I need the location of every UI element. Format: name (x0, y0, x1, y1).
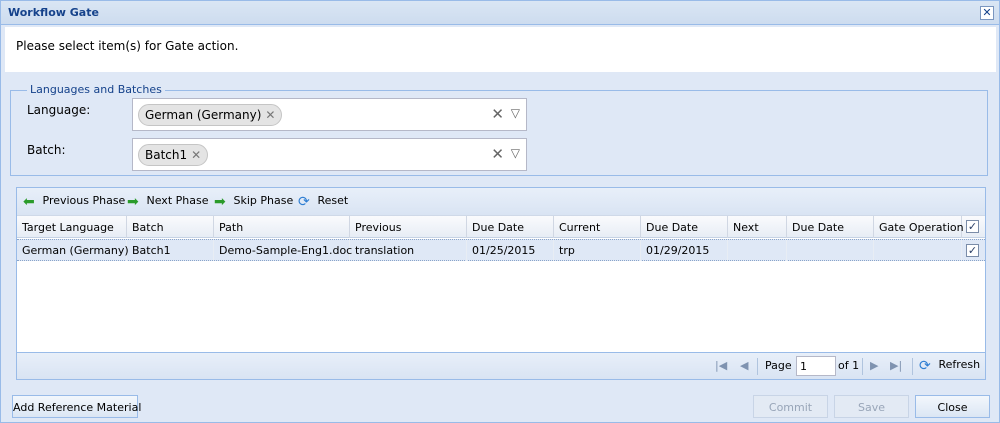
table-cell: trp (554, 240, 641, 261)
dropdown-triangle-icon[interactable]: ▽ (511, 106, 520, 120)
separator (757, 358, 758, 375)
save-button[interactable]: Save (834, 395, 909, 418)
column-header[interactable]: Path (214, 216, 350, 238)
dropdown-triangle-icon[interactable]: ▽ (511, 146, 520, 160)
refresh-label: Refresh (938, 358, 981, 371)
right-arrow-icon: ➡ (127, 194, 139, 210)
refresh-icon: ⟳ (298, 194, 310, 210)
skip-arrow-icon: ➡ (214, 194, 226, 210)
column-header[interactable]: Due Date (787, 216, 874, 238)
column-header[interactable]: Batch (127, 216, 214, 238)
skip-phase-button[interactable]: ➡ Skip Phase (214, 194, 293, 210)
column-header[interactable]: Gate Operation (874, 216, 964, 238)
table-cell: 01/29/2015 (641, 240, 728, 261)
language-label: Language: (27, 103, 91, 117)
refresh-icon: ⟳ (919, 358, 931, 374)
skip-phase-label: Skip Phase (233, 194, 294, 207)
gate-items-grid: ⬅ Previous Phase ➡ Next Phase ➡ Skip Pha… (16, 187, 986, 380)
column-header[interactable]: Current (554, 216, 641, 238)
fieldset-legend: Languages and Batches (27, 83, 165, 96)
batch-tag: Batch1 ✕ (138, 144, 209, 166)
separator (912, 358, 913, 375)
refresh-button[interactable]: ⟳ Refresh (919, 358, 980, 374)
table-cell: Demo-Sample-Eng1.doc (214, 240, 352, 261)
reset-button[interactable]: ⟳ Reset (298, 194, 348, 210)
column-header[interactable]: Previous (350, 216, 467, 238)
column-header[interactable]: Next (728, 216, 787, 238)
instruction-panel: Please select item(s) for Gate action. (5, 27, 996, 72)
separator (862, 358, 863, 375)
table-cell: Batch1 (127, 240, 214, 261)
add-reference-material-button[interactable]: Add Reference Material (12, 395, 141, 418)
language-tag: German (Germany) ✕ (138, 104, 283, 126)
table-cell: 01/25/2015 (467, 240, 554, 261)
clear-icon[interactable]: ✕ (491, 105, 504, 123)
column-header[interactable]: Due Date (641, 216, 728, 238)
next-phase-button[interactable]: ➡ Next Phase (127, 194, 208, 210)
close-button[interactable]: Close (915, 395, 990, 418)
column-header[interactable]: Target Language (17, 216, 127, 238)
table-cell (874, 240, 962, 261)
remove-tag-icon[interactable]: ✕ (191, 148, 201, 162)
batch-combobox[interactable]: Batch1 ✕ ✕ ▽ (132, 138, 527, 171)
dialog-title: Workflow Gate (8, 6, 99, 19)
clear-icon[interactable]: ✕ (491, 145, 504, 163)
previous-page-icon[interactable]: ◀ (740, 359, 748, 372)
select-all-header: ✓ (962, 216, 985, 238)
next-page-icon[interactable]: ▶ (870, 359, 878, 372)
table-cell: German (Germany) (17, 240, 129, 261)
table-cell: translation (350, 240, 467, 261)
first-page-icon[interactable]: |◀ (715, 359, 727, 372)
grid-toolbar: ⬅ Previous Phase ➡ Next Phase ➡ Skip Pha… (17, 188, 985, 215)
previous-phase-button[interactable]: ⬅ Previous Phase (23, 194, 125, 210)
select-all-checkbox[interactable]: ✓ (966, 220, 979, 233)
language-tag-label: German (Germany) (145, 108, 262, 122)
grid-header: Target Language Batch Path Previous Due … (17, 215, 985, 238)
language-combobox[interactable]: German (Germany) ✕ ✕ ▽ (132, 98, 527, 131)
close-icon[interactable]: ✕ (980, 6, 994, 20)
page-count-label: of 1 (838, 359, 860, 372)
next-phase-label: Next Phase (146, 194, 209, 207)
reset-label: Reset (317, 194, 349, 207)
page-label: Page (765, 359, 792, 372)
previous-phase-label: Previous Phase (42, 194, 126, 207)
table-cell (787, 240, 874, 261)
row-checkbox[interactable]: ✓ (966, 244, 979, 257)
paging-toolbar: |◀ ◀ Page 1 of 1 ▶ ▶| ⟳ Refresh (17, 352, 985, 379)
workflow-gate-dialog: Workflow Gate ✕ Please select item(s) fo… (0, 0, 1000, 423)
remove-tag-icon[interactable]: ✕ (265, 108, 275, 122)
column-header[interactable]: Due Date (467, 216, 554, 238)
dialog-titlebar[interactable]: Workflow Gate ✕ (1, 1, 999, 25)
table-cell (728, 240, 787, 261)
page-number-input[interactable]: 1 (796, 356, 836, 376)
left-arrow-icon: ⬅ (23, 194, 35, 210)
batch-tag-label: Batch1 (145, 148, 188, 162)
commit-button[interactable]: Commit (753, 395, 828, 418)
batch-label: Batch: (27, 143, 66, 157)
last-page-icon[interactable]: ▶| (890, 359, 902, 372)
instruction-text: Please select item(s) for Gate action. (16, 39, 239, 53)
table-row[interactable]: German (Germany) Batch1 Demo-Sample-Eng1… (17, 239, 985, 261)
